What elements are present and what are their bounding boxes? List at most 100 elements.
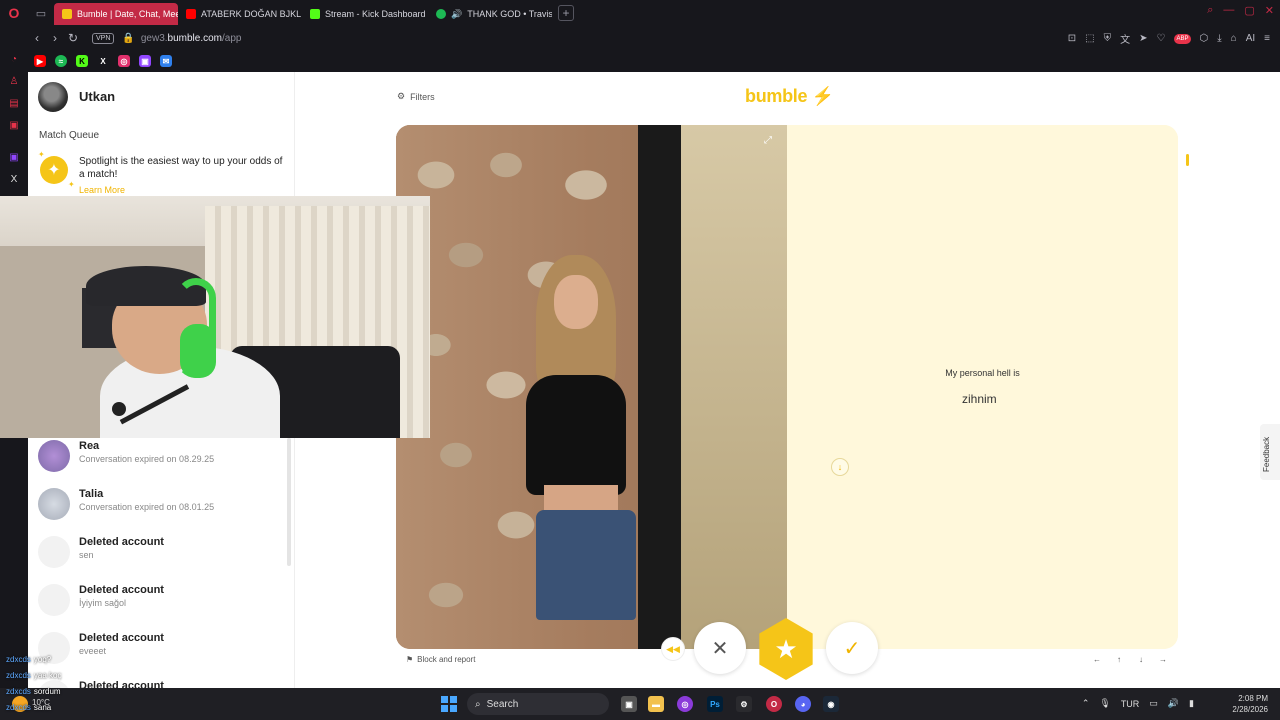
filters-button[interactable]: ⚙ Filters	[397, 91, 435, 102]
language-indicator[interactable]: TUR	[1121, 699, 1140, 709]
reload-icon[interactable]: ↻	[64, 31, 82, 45]
address-bar: ‹ › ↻ VPN 🔒 gew3.bumble.com/app ⊡ ⬚ ⛨ 文 …	[28, 26, 1280, 50]
chat-user: zdxcds	[6, 687, 31, 696]
chevron-up-icon[interactable]: ⌃	[1082, 698, 1090, 709]
profile-name[interactable]: Utkan	[79, 89, 115, 104]
match-name: Deleted account	[79, 584, 164, 596]
extensions-icon[interactable]: ⬡	[1200, 33, 1209, 44]
youtube-bookmark-icon[interactable]: ▶	[34, 55, 46, 67]
bolt-icon: ⚡	[807, 86, 835, 106]
feedback-label: Feedback	[1262, 436, 1271, 472]
aria-icon[interactable]: ◔	[7, 52, 21, 66]
battery-icon[interactable]: ▮	[1189, 698, 1194, 709]
spotify-bookmark-icon[interactable]: ≈	[55, 55, 67, 67]
pin-icon[interactable]: ⊡	[1068, 33, 1076, 44]
profile-photo[interactable]: ⤢	[396, 125, 787, 649]
wallet-icon[interactable]: ⌂	[1231, 33, 1237, 44]
list-item[interactable]: Rea Conversation expired on 08.29.25	[28, 434, 295, 482]
chat-text: yaa koç	[33, 671, 62, 680]
steam-overlay-icon[interactable]: ⚙	[736, 696, 752, 712]
block-report-link[interactable]: ⚑ Block and report	[406, 655, 475, 664]
system-tray: ⌃ 🎙 TUR ▭ 🔊 ▮	[1082, 698, 1194, 709]
arrow-left-icon: ←	[1093, 654, 1101, 664]
translate-icon[interactable]: 文	[1120, 31, 1130, 46]
avatar[interactable]	[38, 82, 68, 112]
pass-button[interactable]: ✕	[694, 622, 746, 674]
spotlight-icon[interactable]: ✦	[40, 156, 68, 184]
new-tab-button[interactable]: +	[558, 5, 574, 21]
volume-icon[interactable]: 🔊	[1168, 698, 1179, 709]
x-bookmark-icon[interactable]: X	[97, 55, 109, 67]
photoshop-icon[interactable]: Ps	[707, 696, 723, 712]
leo-icon[interactable]: ♙	[7, 74, 21, 88]
tab-bumble[interactable]: Bumble | Date, Chat, Meet	[54, 3, 178, 25]
headset-earcup	[180, 324, 216, 378]
opera-logo-icon[interactable]: O	[0, 0, 28, 26]
minimize-icon[interactable]: —	[1223, 4, 1234, 17]
tab-label: THANK GOD • Travis S	[467, 9, 552, 19]
twitch-bookmark-icon[interactable]: ▣	[139, 55, 151, 67]
aria-ai-button[interactable]: AI	[1246, 33, 1255, 44]
shield-icon[interactable]: ⛨	[1104, 33, 1112, 44]
close-icon[interactable]: ✕	[1265, 4, 1274, 17]
like-button[interactable]: ✓	[826, 622, 878, 674]
match-subtitle: Conversation expired on 08.29.25	[79, 454, 215, 464]
kick-bookmark-icon[interactable]: K	[76, 55, 88, 67]
vpn-badge[interactable]: VPN	[92, 32, 115, 44]
match-list-scrollbar[interactable]	[287, 438, 291, 566]
opera-taskbar-icon[interactable]: O	[766, 696, 782, 712]
clock[interactable]: 2:08 PM 2/28/2026	[1232, 693, 1268, 715]
task-view-icon[interactable]: ▣	[621, 696, 637, 712]
maximize-icon[interactable]: ▢	[1244, 4, 1254, 17]
bumble-logo[interactable]: bumble ⚡	[745, 86, 834, 107]
mail-icon[interactable]: ▣	[7, 118, 21, 132]
list-item[interactable]: Deleted account İyiyim sağol	[28, 578, 295, 626]
file-explorer-icon[interactable]: ▬	[648, 696, 664, 712]
search-tabs-icon[interactable]: ⌕	[1207, 4, 1213, 17]
snapshot-icon[interactable]: ⬚	[1085, 33, 1094, 44]
prompt-section: My personal hell is zihnim ↓	[787, 125, 1178, 649]
chat-message: zdxcds sana	[6, 700, 96, 716]
messenger-icon[interactable]: ▤	[7, 96, 21, 110]
heart-icon[interactable]: ♡	[1157, 33, 1166, 44]
mail-bookmark-icon[interactable]: ✉	[160, 55, 172, 67]
workspace-icon[interactable]: ▭	[28, 0, 54, 26]
feedback-tab[interactable]: Feedback	[1260, 424, 1280, 480]
download-icon[interactable]: ⤓	[1217, 33, 1221, 44]
tab-kick[interactable]: Stream - Kick Dashboard	[302, 3, 428, 25]
match-name: Deleted account	[79, 536, 164, 548]
monitor-icon[interactable]: ▭	[1149, 698, 1158, 709]
learn-more-link[interactable]: Learn More	[79, 185, 125, 195]
address-bar-actions: ⊡ ⬚ ⛨ 文 ➤ ♡ ABP ⬡ ⤓ ⌂ AI ≡	[1068, 31, 1270, 46]
twitch-icon[interactable]: ▣	[7, 150, 21, 164]
taskbar-search[interactable]: ⌕ Search	[467, 693, 609, 715]
instagram-bookmark-icon[interactable]: ◎	[118, 55, 130, 67]
url-field[interactable]: gew3.bumble.com/app	[141, 33, 242, 44]
x-icon[interactable]: X	[7, 172, 21, 186]
list-item[interactable]: Talia Conversation expired on 08.01.25	[28, 482, 295, 530]
block-report-label: Block and report	[417, 655, 476, 664]
expand-icon[interactable]: ⤢	[764, 135, 772, 146]
tab-youtube[interactable]: ATABERK DOĞAN BJKLI A	[178, 3, 302, 25]
start-button[interactable]	[441, 696, 457, 712]
superswipe-button[interactable]: ★	[759, 618, 813, 680]
tab-label: Stream - Kick Dashboard	[325, 9, 426, 19]
mic-icon[interactable]: 🎙	[1099, 698, 1110, 709]
match-subtitle: İyiyim sağol	[79, 598, 127, 608]
scroll-indicator	[1186, 154, 1189, 166]
scroll-down-icon[interactable]: ↓	[831, 458, 849, 476]
rewind-button[interactable]: ◀◀	[661, 637, 685, 661]
forward-icon[interactable]: ›	[46, 31, 64, 45]
send-icon[interactable]: ➤	[1139, 33, 1147, 44]
adblock-icon[interactable]: ABP	[1174, 33, 1191, 44]
list-item[interactable]: Deleted account sen	[28, 530, 295, 578]
stream-chat-overlay: zdxcds yoq? zdxcds yaa koç zdxcds sordum zd…	[6, 652, 96, 716]
sparkle-icon: ✦	[38, 150, 45, 159]
tab-spotify[interactable]: 🔊 THANK GOD • Travis S	[428, 3, 552, 25]
back-icon[interactable]: ‹	[28, 31, 46, 45]
steam-icon[interactable]: ◉	[823, 696, 839, 712]
app-icon[interactable]: ◎	[677, 696, 693, 712]
lock-icon[interactable]: 🔒	[122, 33, 134, 44]
discord-icon[interactable]: ◕	[795, 696, 811, 712]
menu-icon[interactable]: ≡	[1264, 33, 1270, 44]
